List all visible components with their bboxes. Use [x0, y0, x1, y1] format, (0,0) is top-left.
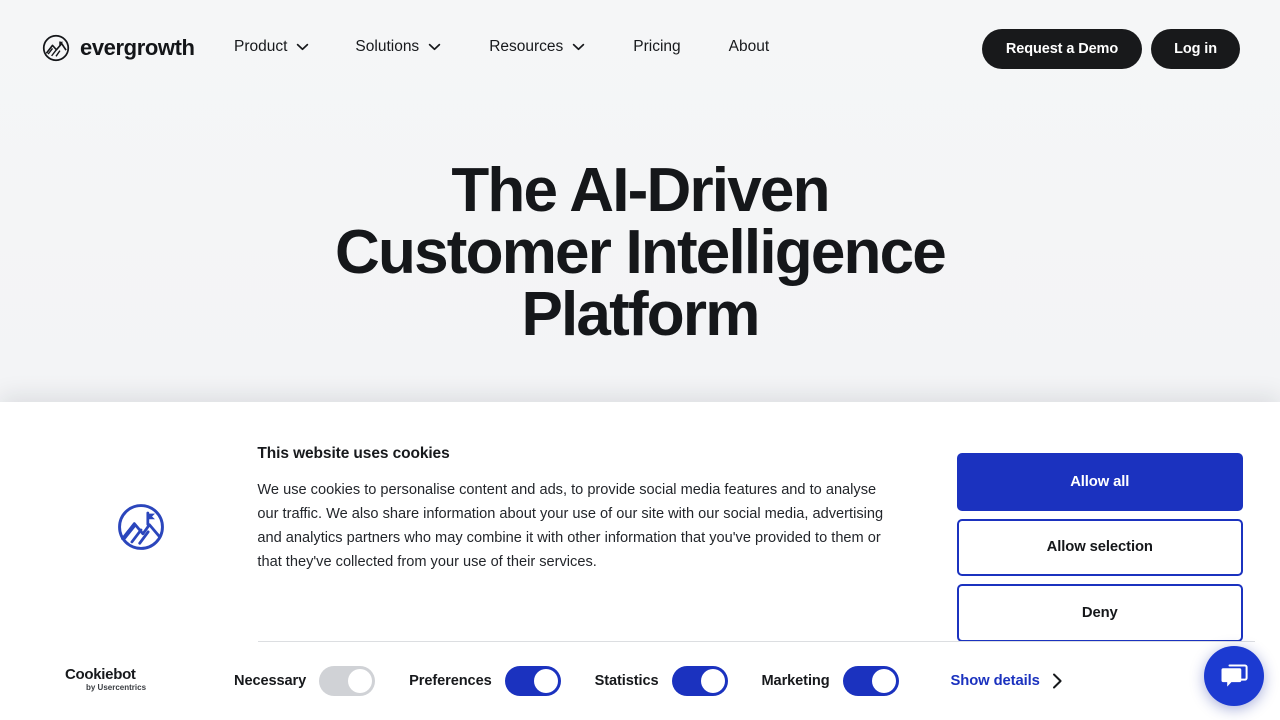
- chevron-right-icon: [1052, 673, 1063, 689]
- nav-item-solutions-label: Solutions: [355, 38, 420, 55]
- show-details-label: Show details: [950, 673, 1040, 689]
- page-title: The AI-Driven Customer Intelligence Plat…: [0, 160, 1280, 346]
- show-details-button[interactable]: Show details: [951, 673, 1063, 689]
- nav-item-about[interactable]: About: [729, 38, 794, 56]
- nav-item-pricing[interactable]: Pricing: [633, 38, 704, 56]
- toggle-knob: [871, 669, 896, 693]
- toggle-knob: [533, 669, 558, 693]
- cookie-consent-banner: This website uses cookies We use cookies…: [0, 402, 1280, 720]
- toggle-knob: [700, 669, 725, 693]
- brand-logo-link[interactable]: evergrowth: [42, 34, 195, 62]
- nav-item-product-label: Product: [234, 38, 288, 55]
- consent-label-preferences: Preferences: [409, 673, 492, 689]
- chat-bubbles-icon: [1219, 661, 1249, 691]
- mountain-circle-icon: [115, 501, 167, 553]
- nav-actions: Request a Demo Log in: [981, 29, 1240, 69]
- top-navbar: evergrowth Product Solutions Resources P…: [0, 0, 1280, 100]
- consent-group-preferences: Preferences: [409, 666, 561, 696]
- deny-button[interactable]: Deny: [956, 584, 1243, 642]
- svg-text:by Usercentrics: by Usercentrics: [86, 683, 147, 692]
- nav-item-product[interactable]: Product: [234, 38, 331, 56]
- consent-group-necessary: Necessary: [234, 666, 376, 696]
- svg-text:Cookiebot: Cookiebot: [65, 666, 136, 683]
- allow-selection-button[interactable]: Allow selection: [956, 518, 1243, 577]
- cookie-banner-text: This website uses cookies We use cookies…: [257, 430, 900, 642]
- mountain-circle-icon: [42, 34, 70, 62]
- cookie-banner-buttons: Allow all Allow selection Deny: [956, 430, 1256, 642]
- nav-item-resources-label: Resources: [489, 38, 564, 55]
- nav-item-resources[interactable]: Resources: [489, 38, 609, 56]
- consent-group-statistics: Statistics: [595, 666, 728, 696]
- cookie-banner-main: This website uses cookies We use cookies…: [0, 402, 1280, 642]
- consent-group-marketing: Marketing: [762, 666, 899, 696]
- cookie-banner-title: This website uses cookies: [257, 445, 450, 462]
- consent-label-statistics: Statistics: [594, 673, 659, 689]
- consent-label-necessary: Necessary: [234, 673, 307, 689]
- consent-label-marketing: Marketing: [761, 673, 830, 689]
- cookie-banner-description: We use cookies to personalise content an…: [257, 482, 884, 570]
- consent-toggle-statistics[interactable]: [671, 666, 728, 696]
- allow-all-button[interactable]: Allow all: [956, 453, 1243, 511]
- consent-toggle-row: Necessary Preferences Statistics Marketi…: [234, 666, 1063, 696]
- page-root: evergrowth Product Solutions Resources P…: [0, 0, 1280, 720]
- cookiebot-logo[interactable]: Cookiebot by Usercentrics: [0, 664, 234, 698]
- chevron-down-icon: [572, 43, 585, 51]
- hero-line-2: Customer Intelligence: [335, 218, 947, 287]
- chevron-down-icon: [428, 43, 441, 51]
- hero-section: The AI-Driven Customer Intelligence Plat…: [0, 160, 1280, 346]
- chat-widget-button[interactable]: [1204, 646, 1264, 706]
- cookie-banner-logo: [24, 430, 257, 642]
- nav-item-pricing-label: Pricing: [633, 38, 681, 55]
- consent-toggle-marketing[interactable]: [842, 666, 899, 696]
- cookie-banner-footer: Cookiebot by Usercentrics Necessary Pref…: [0, 642, 1280, 720]
- login-button[interactable]: Log in: [1151, 29, 1240, 69]
- nav-item-about-label: About: [728, 38, 770, 55]
- hero-line-1: The AI-Driven: [451, 156, 830, 225]
- nav-links: Product Solutions Resources Pricing Abou…: [234, 38, 793, 56]
- consent-toggle-necessary[interactable]: [319, 666, 376, 696]
- brand-name: evergrowth: [80, 35, 195, 60]
- request-demo-button[interactable]: Request a Demo: [981, 29, 1143, 69]
- chevron-down-icon: [296, 43, 309, 51]
- toggle-knob: [348, 669, 373, 693]
- hero-line-3: Platform: [521, 280, 760, 349]
- consent-toggle-preferences[interactable]: [504, 666, 561, 696]
- nav-item-solutions[interactable]: Solutions: [355, 38, 465, 56]
